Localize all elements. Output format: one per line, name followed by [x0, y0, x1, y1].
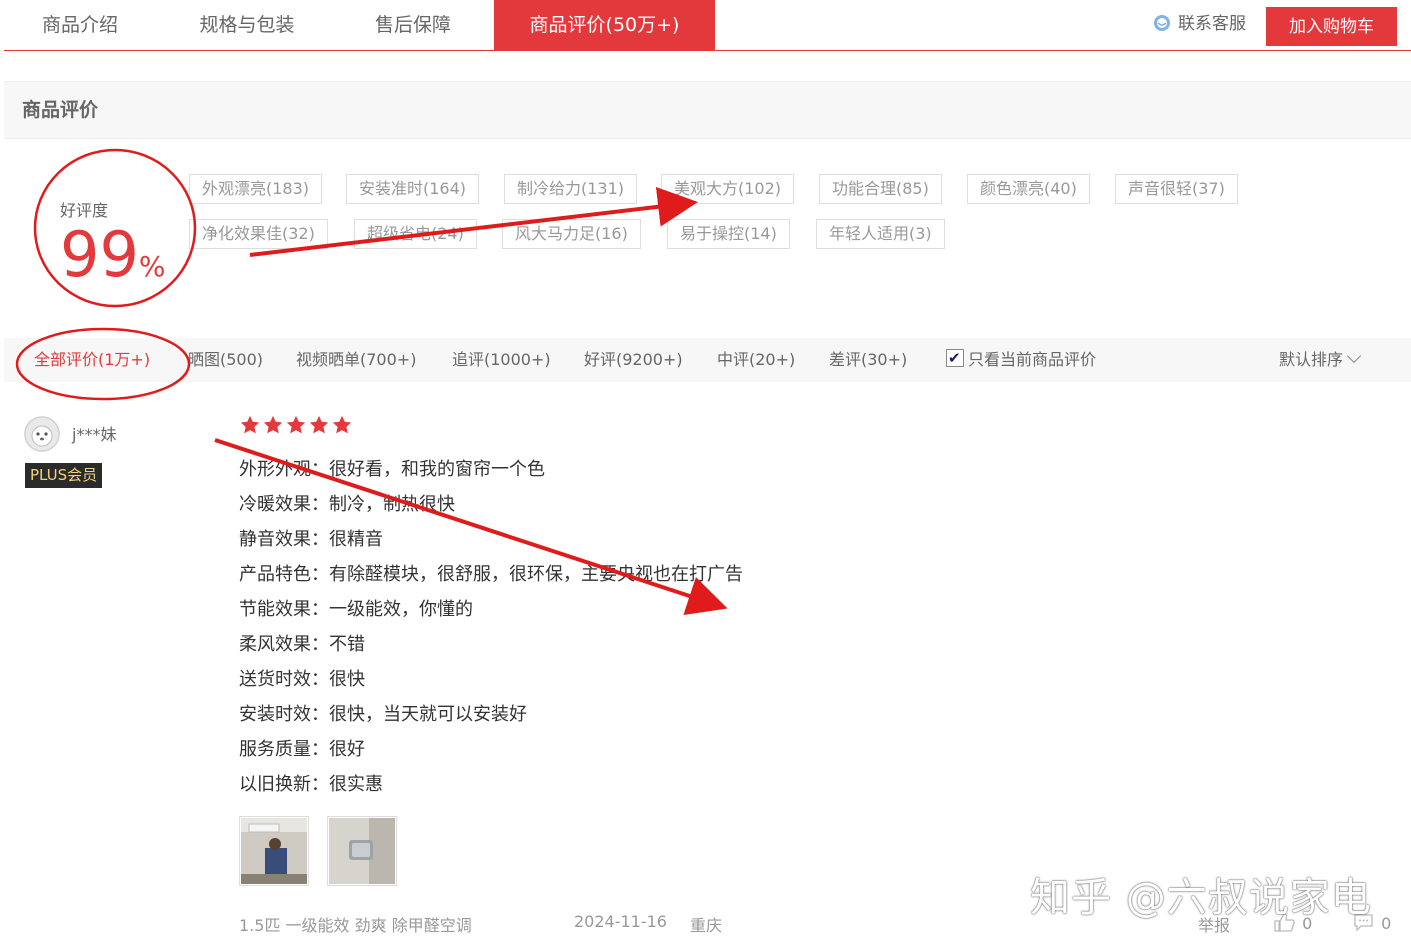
tag-chip[interactable]: 安装准时(164): [346, 174, 480, 204]
rating-number: 99: [60, 218, 139, 291]
review-photo-thumbnail[interactable]: [327, 816, 397, 886]
section-header: 商品评价: [4, 81, 1411, 139]
tag-chip[interactable]: 净化效果佳(32): [189, 219, 328, 249]
contact-service-link[interactable]: 联系客服: [1152, 10, 1246, 38]
photo-wall-unit-image: [329, 818, 395, 884]
tab-product-intro[interactable]: 商品介绍: [4, 0, 156, 50]
tag-chip[interactable]: 颜色漂亮(40): [967, 174, 1090, 204]
filter-videos[interactable]: 视频晒单(700+): [296, 348, 416, 372]
tab-specs[interactable]: 规格与包装: [166, 0, 328, 50]
review-stars: [239, 414, 354, 440]
photo-installer-image: [241, 818, 307, 884]
tag-chip[interactable]: 易于操控(14): [667, 219, 790, 249]
filter-all[interactable]: 全部评价(1万+): [34, 348, 150, 372]
tag-chip[interactable]: 声音很轻(37): [1115, 174, 1238, 204]
filter-negative[interactable]: 差评(30+): [829, 348, 907, 372]
review-line: 柔风效果：不错: [239, 634, 365, 655]
annotation-overlay: [15, 148, 728, 616]
tag-chip[interactable]: 风大马力足(16): [502, 219, 641, 249]
review-line: 冷暖效果：制冷，制热很快: [239, 494, 455, 515]
review-line: 静音效果：很精音: [239, 529, 383, 550]
chevron-down-icon: [1346, 348, 1362, 364]
chat-bubble-icon: [1152, 14, 1172, 34]
avatar[interactable]: [24, 416, 60, 452]
review-photo-thumbnail[interactable]: [239, 816, 309, 886]
review-date: 2024-11-16: [574, 912, 667, 931]
review-line: 以旧换新：很实惠: [239, 774, 383, 795]
tag-chip[interactable]: 制冷给力(131): [504, 174, 638, 204]
tag-chip[interactable]: 美观大方(102): [661, 174, 795, 204]
star-icon: [286, 415, 306, 434]
review-product-spec: 1.5匹 一级能效 劲爽 除甲醛空调: [239, 916, 472, 935]
filter-positive[interactable]: 好评(9200+): [584, 348, 683, 372]
comment-count: 0: [1381, 914, 1392, 933]
tag-chip[interactable]: 功能合理(85): [819, 174, 942, 204]
rating-value: 99%: [60, 220, 166, 302]
star-icon: [309, 415, 329, 434]
star-icon: [263, 415, 283, 434]
rating-unit: %: [138, 250, 166, 283]
tag-chip[interactable]: 年轻人适用(3): [816, 219, 945, 249]
review-line: 节能效果：一级能效，你懂的: [239, 599, 473, 620]
checkbox-checked-icon[interactable]: ✔: [946, 349, 964, 367]
add-to-cart-button[interactable]: 加入购物车: [1266, 7, 1397, 46]
tab-after-sales[interactable]: 售后保障: [338, 0, 488, 50]
review-username: j***妹: [72, 425, 117, 444]
review-line: 送货时效：很快: [239, 669, 365, 690]
avatar-dog-icon: [24, 416, 60, 452]
review-line: 外形外观：很好看，和我的窗帘一个色: [239, 459, 545, 480]
contact-service-label: 联系客服: [1178, 14, 1246, 34]
filter-neutral[interactable]: 中评(20+): [717, 348, 795, 372]
zhihu-watermark: 知乎 @六叔说家电: [1030, 875, 1372, 921]
filter-photos[interactable]: 晒图(500): [188, 348, 263, 372]
tag-chip[interactable]: 超级省电(24): [354, 219, 477, 249]
plus-member-badge: PLUS会员: [25, 463, 103, 488]
review-line: 服务质量：很好: [239, 739, 365, 760]
only-current-product-label: 只看当前商品评价: [968, 350, 1097, 369]
star-icon: [240, 415, 260, 434]
filter-followup[interactable]: 追评(1000+): [452, 348, 551, 372]
tag-chip[interactable]: 外观漂亮(183): [189, 174, 323, 204]
review-location: 重庆: [690, 916, 723, 935]
section-title: 商品评价: [22, 99, 99, 121]
tab-reviews[interactable]: 商品评价(50万+): [494, 0, 715, 50]
review-line: 安装时效：很快，当天就可以安装好: [239, 704, 527, 725]
sort-label: 默认排序: [1279, 350, 1344, 369]
review-line: 产品特色：有除醛模块，很舒服，很环保，主要央视也在打广告: [239, 564, 743, 585]
sort-dropdown[interactable]: 默认排序: [1279, 348, 1362, 372]
star-icon: [332, 415, 352, 434]
only-current-product-toggle[interactable]: ✔ 只看当前商品评价: [946, 348, 1096, 372]
